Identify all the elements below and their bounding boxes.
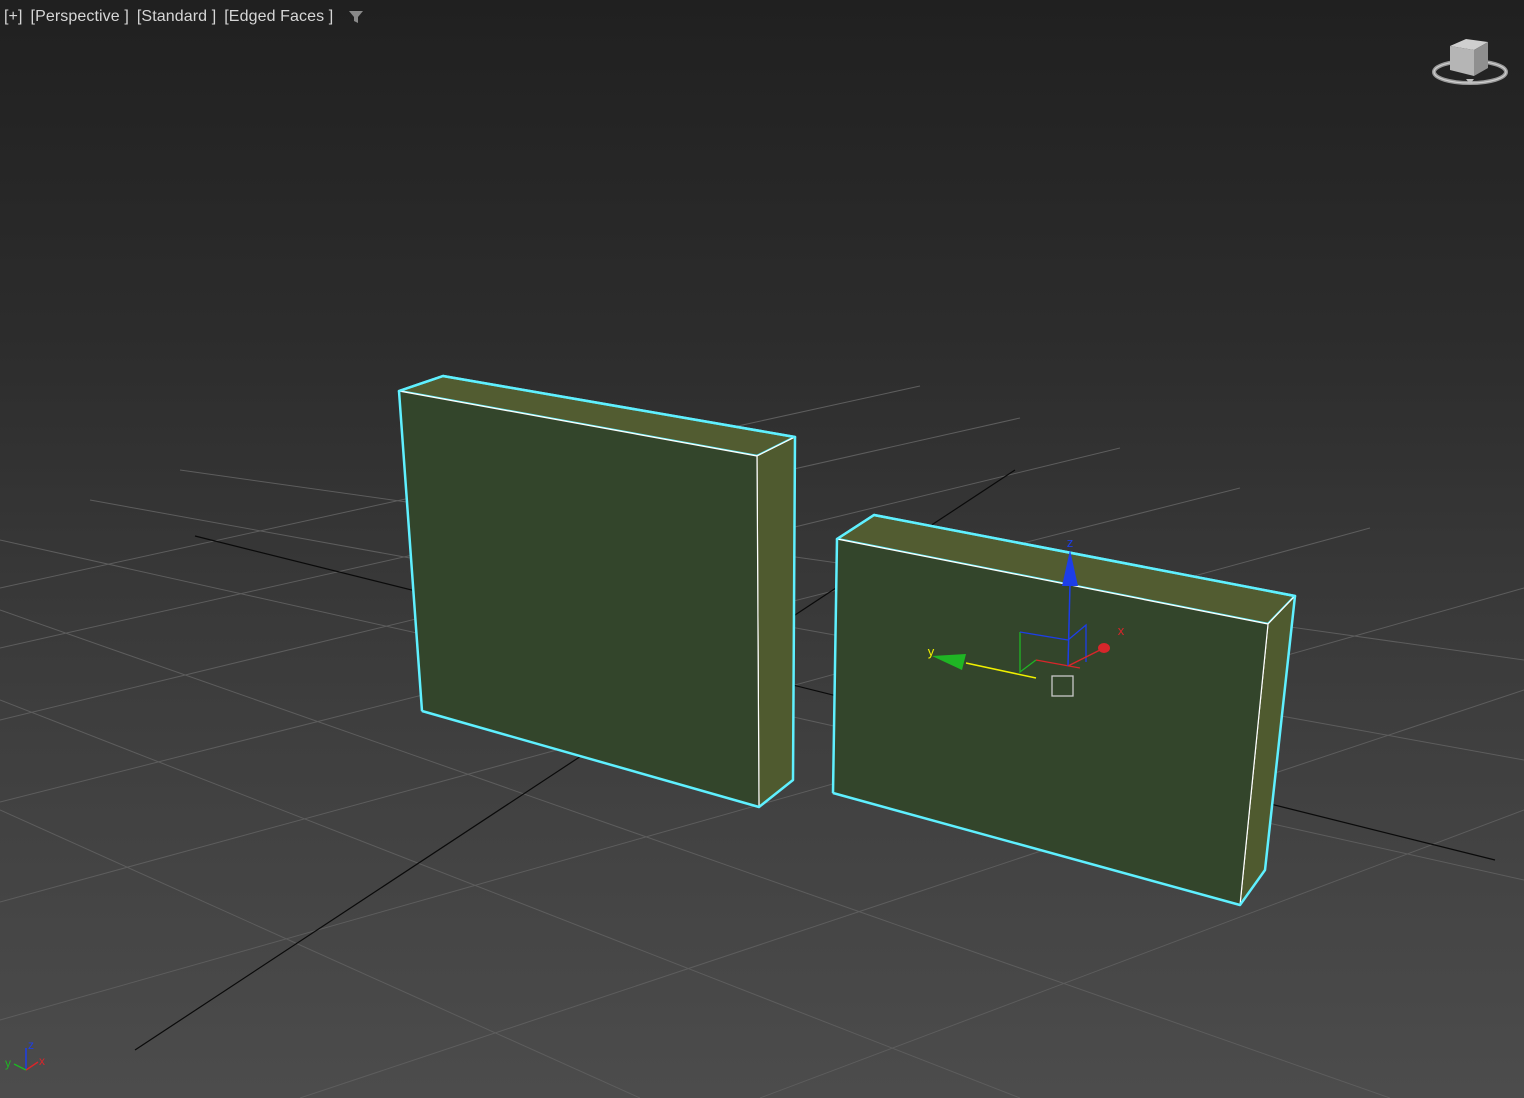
box-left-side-face xyxy=(756,436,796,808)
gizmo-x-label: x xyxy=(1118,623,1125,638)
box-object-right[interactable] xyxy=(831,513,1297,907)
tripod-x-label: x xyxy=(39,1054,45,1068)
gizmo-y-label: y xyxy=(928,644,935,659)
axis-tripod: z x y xyxy=(5,1038,45,1071)
funnel-icon[interactable] xyxy=(347,8,365,26)
tripod-z-label: z xyxy=(28,1038,34,1052)
box-object-left[interactable] xyxy=(397,374,797,809)
tripod-y-label: y xyxy=(5,1056,11,1070)
viewport-display-mode-menu[interactable]: [Edged Faces ] xyxy=(224,8,333,26)
viewport-general-menu[interactable]: [+] xyxy=(4,8,23,26)
gizmo-z-label: z xyxy=(1067,535,1074,550)
viewcube-icon[interactable] xyxy=(1430,30,1510,92)
box-left-front-face xyxy=(398,390,760,808)
perspective-viewport[interactable]: z y x xyxy=(0,0,1524,1098)
viewport-point-of-view-menu[interactable]: [Perspective ] xyxy=(31,8,129,26)
gizmo-x-arrow-icon[interactable] xyxy=(1098,643,1110,653)
viewport-label-menu: [+] [Perspective ] [Standard ] [Edged Fa… xyxy=(4,6,365,28)
viewport-shading-menu[interactable]: [Standard ] xyxy=(137,8,216,26)
